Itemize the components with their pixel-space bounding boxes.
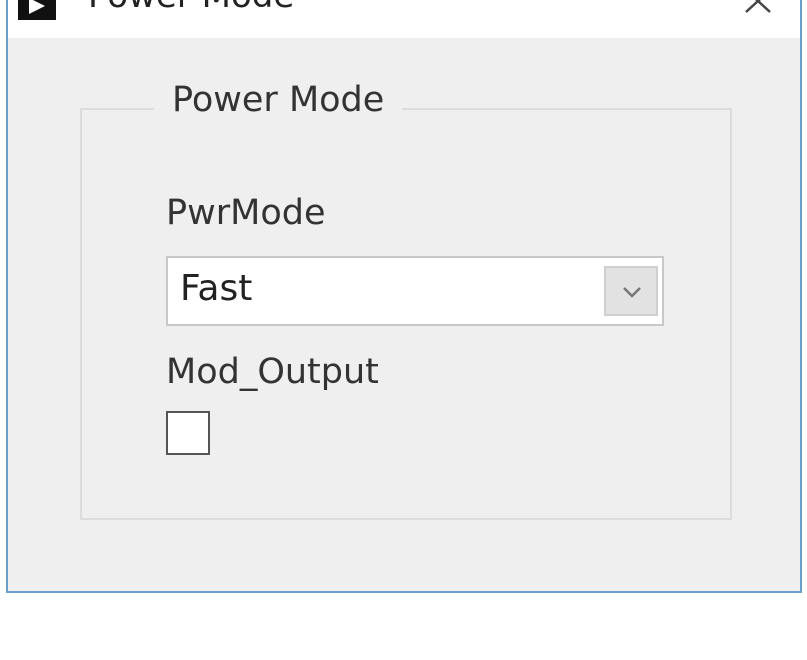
pwrmode-select[interactable]: Fast (166, 256, 664, 326)
title-bar[interactable]: Power Mode (8, 0, 800, 38)
mod-output-label: Mod_Output (166, 352, 379, 392)
window-title: Power Mode (88, 0, 294, 16)
mod-output-checkbox[interactable] (166, 411, 210, 455)
chevron-down-icon (623, 287, 641, 298)
groupbox-legend: Power Mode (154, 80, 403, 120)
pwrmode-selected-value: Fast (180, 268, 253, 309)
app-icon (18, 0, 56, 20)
power-mode-window: Power Mode Power Mode PwrMode Fast Mod_O… (6, 0, 802, 593)
close-button[interactable] (736, 0, 780, 18)
close-icon (745, 0, 771, 13)
pwrmode-label: PwrMode (166, 193, 326, 233)
dropdown-button[interactable] (604, 266, 658, 316)
